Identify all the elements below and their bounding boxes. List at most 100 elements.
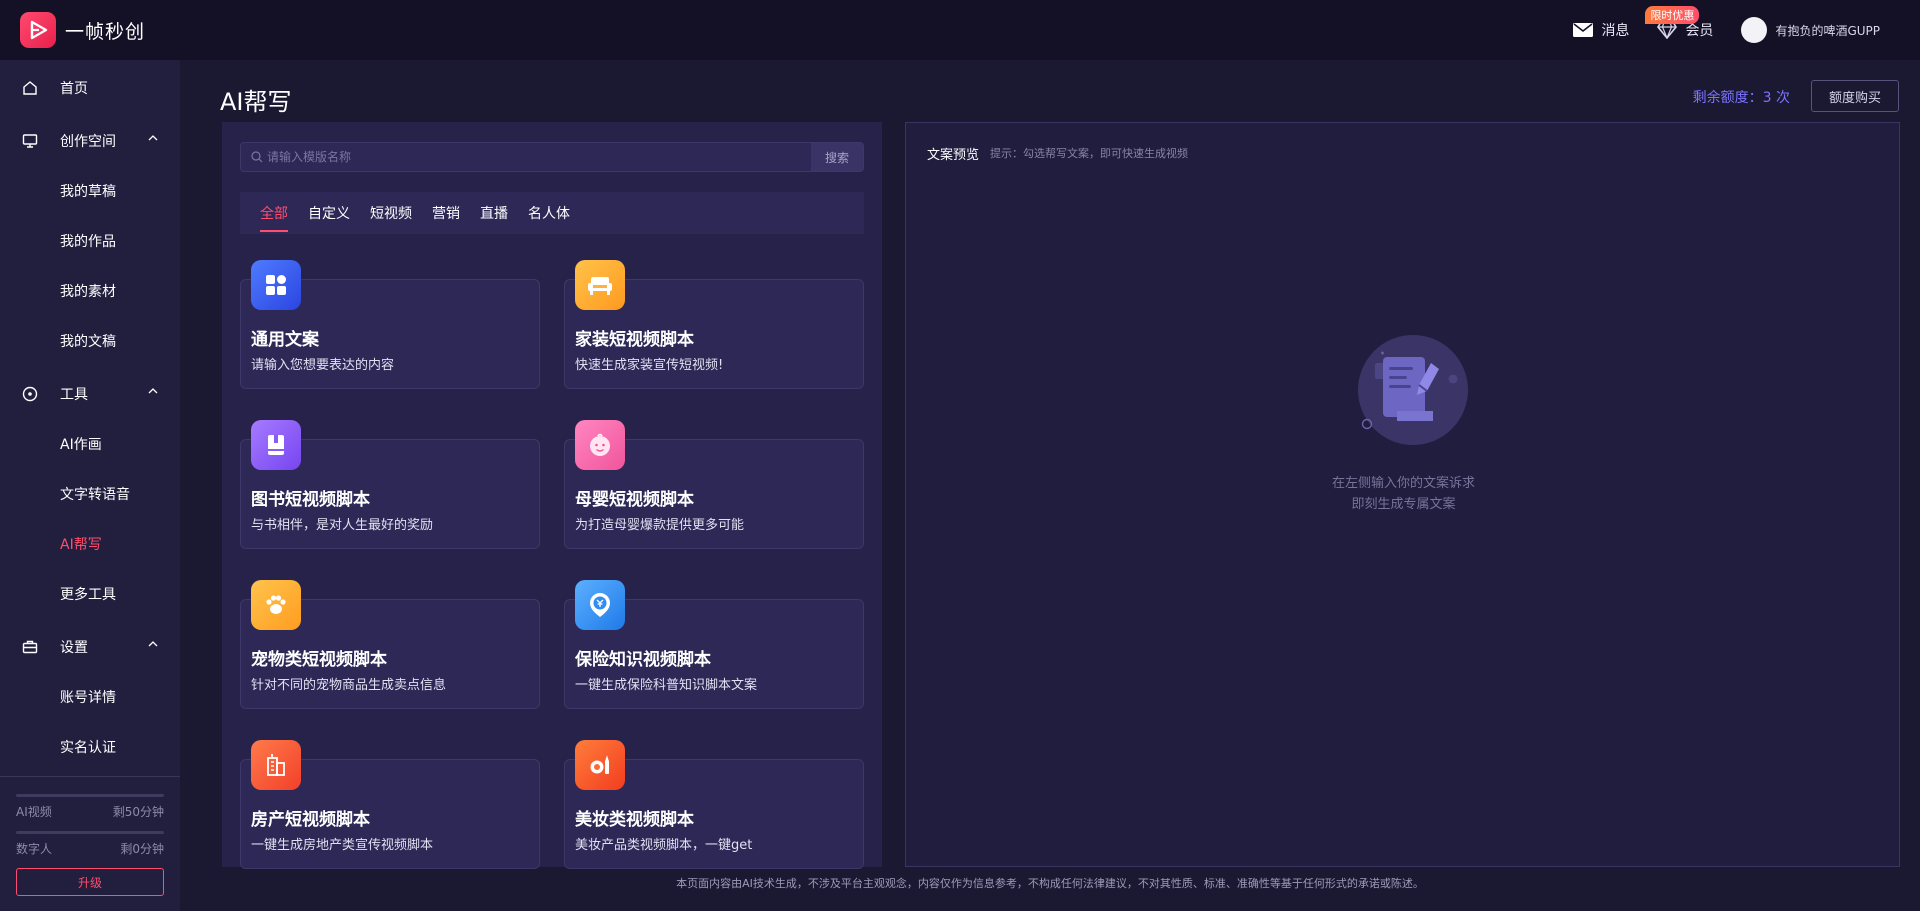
sidebar-item-ai-writing[interactable]: AI帮写 [0,519,180,569]
quota-bar [16,794,164,797]
card-desc: 美妆产品类视频脚本，一键get [575,838,753,853]
card-desc: 与书相伴，是对人生最好的奖励 [251,518,434,533]
preview-hint: 提示：勾选帮写文案，即可快速生成视频 [990,147,1188,160]
sidebar-group-label: 设置 [60,640,88,656]
sidebar-item-account[interactable]: 账号详情 [0,672,180,722]
home-icon [22,80,38,96]
mail-icon [1573,23,1594,37]
chevron-up-icon [148,388,158,394]
template-card-general[interactable]: 通用文案 请输入您想要表达的内容 [240,260,540,389]
preview-panel: 文案预览 提示：勾选帮写文案，即可快速生成视频 在左侧输入你的文案诉求 即刻生成… [905,122,1900,867]
card-desc: 快速生成家装宣传短视频! [575,358,724,373]
sidebar-group-label: 工具 [60,387,88,403]
card-title: 美妆类视频脚本 [575,810,694,830]
template-card-real-estate[interactable]: 房产短视频脚本 一键生成房地产类宣传视频脚本 [240,740,540,869]
target-icon [22,386,38,402]
template-card-pets[interactable]: 宠物类短视频脚本 针对不同的宠物商品生成卖点信息 [240,580,540,709]
logo-play-icon [20,12,56,48]
sidebar-item-tts[interactable]: 文字转语音 [0,469,180,519]
building-icon [251,740,301,790]
tab-live[interactable]: 直播 [480,192,508,234]
tab-celebrity[interactable]: 名人体 [528,192,570,234]
sidebar-item-manuscripts[interactable]: 我的文稿 [0,316,180,366]
avatar [1741,17,1768,43]
top-bar: 一帧秒创 消息 限时优惠 会员 有抱负的啤酒GUPP [0,0,1920,60]
card-title: 房产短视频脚本 [251,810,370,830]
chevron-up-icon [148,641,158,647]
quota-value: 剩0分钟 [120,842,164,856]
template-card-insurance[interactable]: 保险知识视频脚本 一键生成保险科普知识脚本文案 [564,580,864,709]
tab-short-video[interactable]: 短视频 [370,192,412,234]
search-button[interactable]: 搜索 [811,143,863,171]
sidebar-group-creation-space[interactable]: 创作空间 [0,116,180,166]
card-desc: 一键生成保险科普知识脚本文案 [575,678,758,693]
sidebar-item-label: 首页 [60,81,88,97]
empty-line-2: 即刻生成专属文案 [1351,497,1456,512]
empty-line-1: 在左侧输入你的文案诉求 [1331,476,1475,491]
book-icon [251,420,301,470]
template-card-cosmetics[interactable]: 美妆类视频脚本 美妆产品类视频脚本，一键get [564,740,864,869]
member-button[interactable]: 限时优惠 会员 [1645,6,1713,40]
grid-icon [251,260,301,310]
paw-icon [251,580,301,630]
sidebar-group-tools[interactable]: 工具 [0,369,180,419]
messages-label: 消息 [1601,23,1630,39]
sidebar-group-settings[interactable]: 设置 [0,622,180,672]
template-card-home-decor[interactable]: 家装短视频脚本 快速生成家装宣传短视频! [564,260,864,389]
sidebar-group-label: 创作空间 [60,134,116,150]
search-input[interactable] [267,143,811,171]
template-panel: 搜索 全部 自定义 短视频 营销 直播 名人体 通用文案 请输入您想要表达的内容… [222,122,882,869]
cosmetics-icon [575,740,625,790]
page-title: AI帮写 [220,88,292,116]
preview-title: 文案预览 [927,148,980,163]
sidebar-item-verification[interactable]: 实名认证 [0,722,180,772]
quota-value: 剩50分钟 [112,805,164,819]
search-icon [251,151,263,163]
card-desc: 一键生成房地产类宣传视频脚本 [251,838,434,853]
tab-custom[interactable]: 自定义 [308,192,350,234]
monitor-icon [22,133,38,149]
card-desc: 针对不同的宠物商品生成卖点信息 [251,678,447,693]
card-desc: 为打造母婴爆款提供更多可能 [575,518,745,533]
briefcase-icon [22,639,38,655]
tab-all[interactable]: 全部 [260,192,288,234]
app-name: 一帧秒创 [65,20,146,43]
quota-digital-human: 数字人 剩0分钟 [0,831,180,857]
card-desc: 请输入您想要表达的内容 [251,358,395,373]
empty-state-text: 在左侧输入你的文案诉求 即刻生成专属文案 [906,473,1901,515]
remaining-quota: 剩余额度：3 次 [1692,90,1790,106]
quota-label: 数字人 [16,842,53,856]
buy-quota-button[interactable]: 额度购买 [1811,80,1899,112]
template-card-baby[interactable]: 母婴短视频脚本 为打造母婴爆款提供更多可能 [564,420,864,549]
username: 有抱负的啤酒GUPP [1775,23,1880,38]
sofa-icon [575,260,625,310]
template-search: 搜索 [240,142,864,172]
empty-document-pen-icon [1353,333,1483,467]
upgrade-button[interactable]: 升级 [16,868,164,896]
user-menu[interactable]: 有抱负的啤酒GUPP [1741,17,1880,43]
template-card-books[interactable]: 图书短视频脚本 与书相伴，是对人生最好的奖励 [240,420,540,549]
sidebar-item-drafts[interactable]: 我的草稿 [0,166,180,216]
card-title: 家装短视频脚本 [575,330,694,350]
card-title: 通用文案 [251,330,319,350]
insurance-icon [575,580,625,630]
category-tabs: 全部 自定义 短视频 营销 直播 名人体 [240,192,864,234]
footer-disclaimer: 本页面内容由AI技术生成，不涉及平台主观观念，内容仅作为信息参考，不构成任何法律… [676,877,1424,890]
sidebar-item-assets[interactable]: 我的素材 [0,266,180,316]
baby-icon [575,420,625,470]
messages-button[interactable]: 消息 [1573,20,1629,40]
sidebar-item-home[interactable]: 首页 [0,63,180,113]
chevron-up-icon [148,135,158,141]
sidebar-item-works[interactable]: 我的作品 [0,216,180,266]
quota-label: AI视频 [16,805,52,819]
card-title: 宠物类短视频脚本 [251,650,387,670]
app-logo[interactable]: 一帧秒创 [20,12,145,48]
quota-ai-video: AI视频 剩50分钟 [0,794,180,820]
divider [0,776,180,777]
tab-marketing[interactable]: 营销 [432,192,460,234]
card-title: 图书短视频脚本 [251,490,370,510]
sidebar-item-more-tools[interactable]: 更多工具 [0,569,180,619]
promo-badge: 限时优惠 [1645,6,1700,24]
sidebar: 首页 创作空间 我的草稿 我的作品 我的素材 我的文稿 工具 AI作画 文字转语… [0,60,180,911]
sidebar-item-ai-painting[interactable]: AI作画 [0,419,180,469]
